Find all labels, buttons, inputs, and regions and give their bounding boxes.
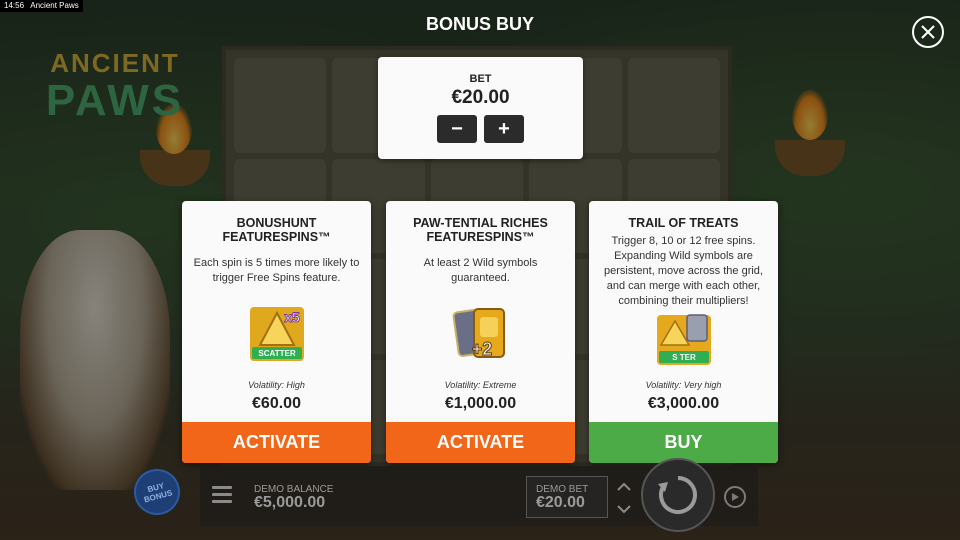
wild-badge: +2 <box>471 339 492 359</box>
scatter-text: SCATTER <box>258 349 295 358</box>
multiplier-badge: x5 <box>284 309 300 325</box>
feature-price: €3,000.00 <box>647 395 720 412</box>
feature-title: BONUSHUNT FEATURESPINS™ <box>222 216 331 244</box>
feature-card-trail-of-treats: TRAIL OF TREATS Trigger 8, 10 or 12 free… <box>589 201 778 463</box>
bet-panel: BET €20.00 − + <box>378 57 583 159</box>
buy-trail-of-treats-button[interactable]: BUY <box>589 422 778 463</box>
feature-title: PAW-TENTIAL RICHES FEATURESPINS™ <box>413 216 548 244</box>
bet-arrows-icon[interactable] <box>614 479 634 517</box>
spin-button[interactable] <box>641 458 715 532</box>
spin-icon <box>658 476 697 514</box>
feature-price: €1,000.00 <box>444 395 517 412</box>
feature-volatility: Volatility: Extreme <box>444 380 517 390</box>
system-bar: 14:56 Ancient Paws <box>0 0 83 12</box>
feature-card-pawtential: PAW-TENTIAL RICHES FEATURESPINS™ At leas… <box>386 201 575 463</box>
activate-bonushunt-button[interactable]: ACTIVATE <box>182 422 371 463</box>
close-button[interactable] <box>912 16 944 48</box>
demo-bet-value: €20.00 <box>536 494 585 511</box>
modal-title: BONUS BUY <box>425 14 534 34</box>
wild-plus2-icon: +2 <box>452 308 505 360</box>
autoplay-icon <box>732 493 739 501</box>
feature-description: Trigger 8, 10 or 12 free spins. Expandin… <box>604 235 763 307</box>
feature-card-bonushunt: BONUSHUNT FEATURESPINS™ Each spin is 5 t… <box>182 201 371 463</box>
scatter-wild-icon: S TER <box>656 314 711 365</box>
feature-volatility: Volatility: High <box>248 380 305 390</box>
autoplay-button[interactable] <box>724 486 746 508</box>
close-icon <box>921 25 935 39</box>
decrease-bet-button[interactable]: − <box>437 115 477 143</box>
feature-price: €60.00 <box>252 395 301 412</box>
minus-icon: − <box>451 117 463 140</box>
clock: 14:56 <box>4 1 25 10</box>
plus-icon: + <box>498 117 510 140</box>
app-name: Ancient Paws <box>30 1 79 10</box>
demo-balance-value: €5,000.00 <box>254 494 326 511</box>
bet-value: €20.00 <box>451 87 510 108</box>
bet-label: BET <box>469 73 492 85</box>
menu-icon[interactable] <box>212 486 232 504</box>
increase-bet-button[interactable]: + <box>484 115 524 143</box>
scatter-text: S TER <box>672 353 696 362</box>
feature-volatility: Volatility: Very high <box>645 380 722 390</box>
activate-pawtential-button[interactable]: ACTIVATE <box>386 422 575 463</box>
feature-title: TRAIL OF TREATS <box>628 216 739 230</box>
feature-description: At least 2 Wild symbols guaranteed. <box>423 257 538 284</box>
scatter-x5-icon: SCATTER x5 <box>249 307 304 361</box>
feature-description: Each spin is 5 times more likely to trig… <box>193 257 360 284</box>
